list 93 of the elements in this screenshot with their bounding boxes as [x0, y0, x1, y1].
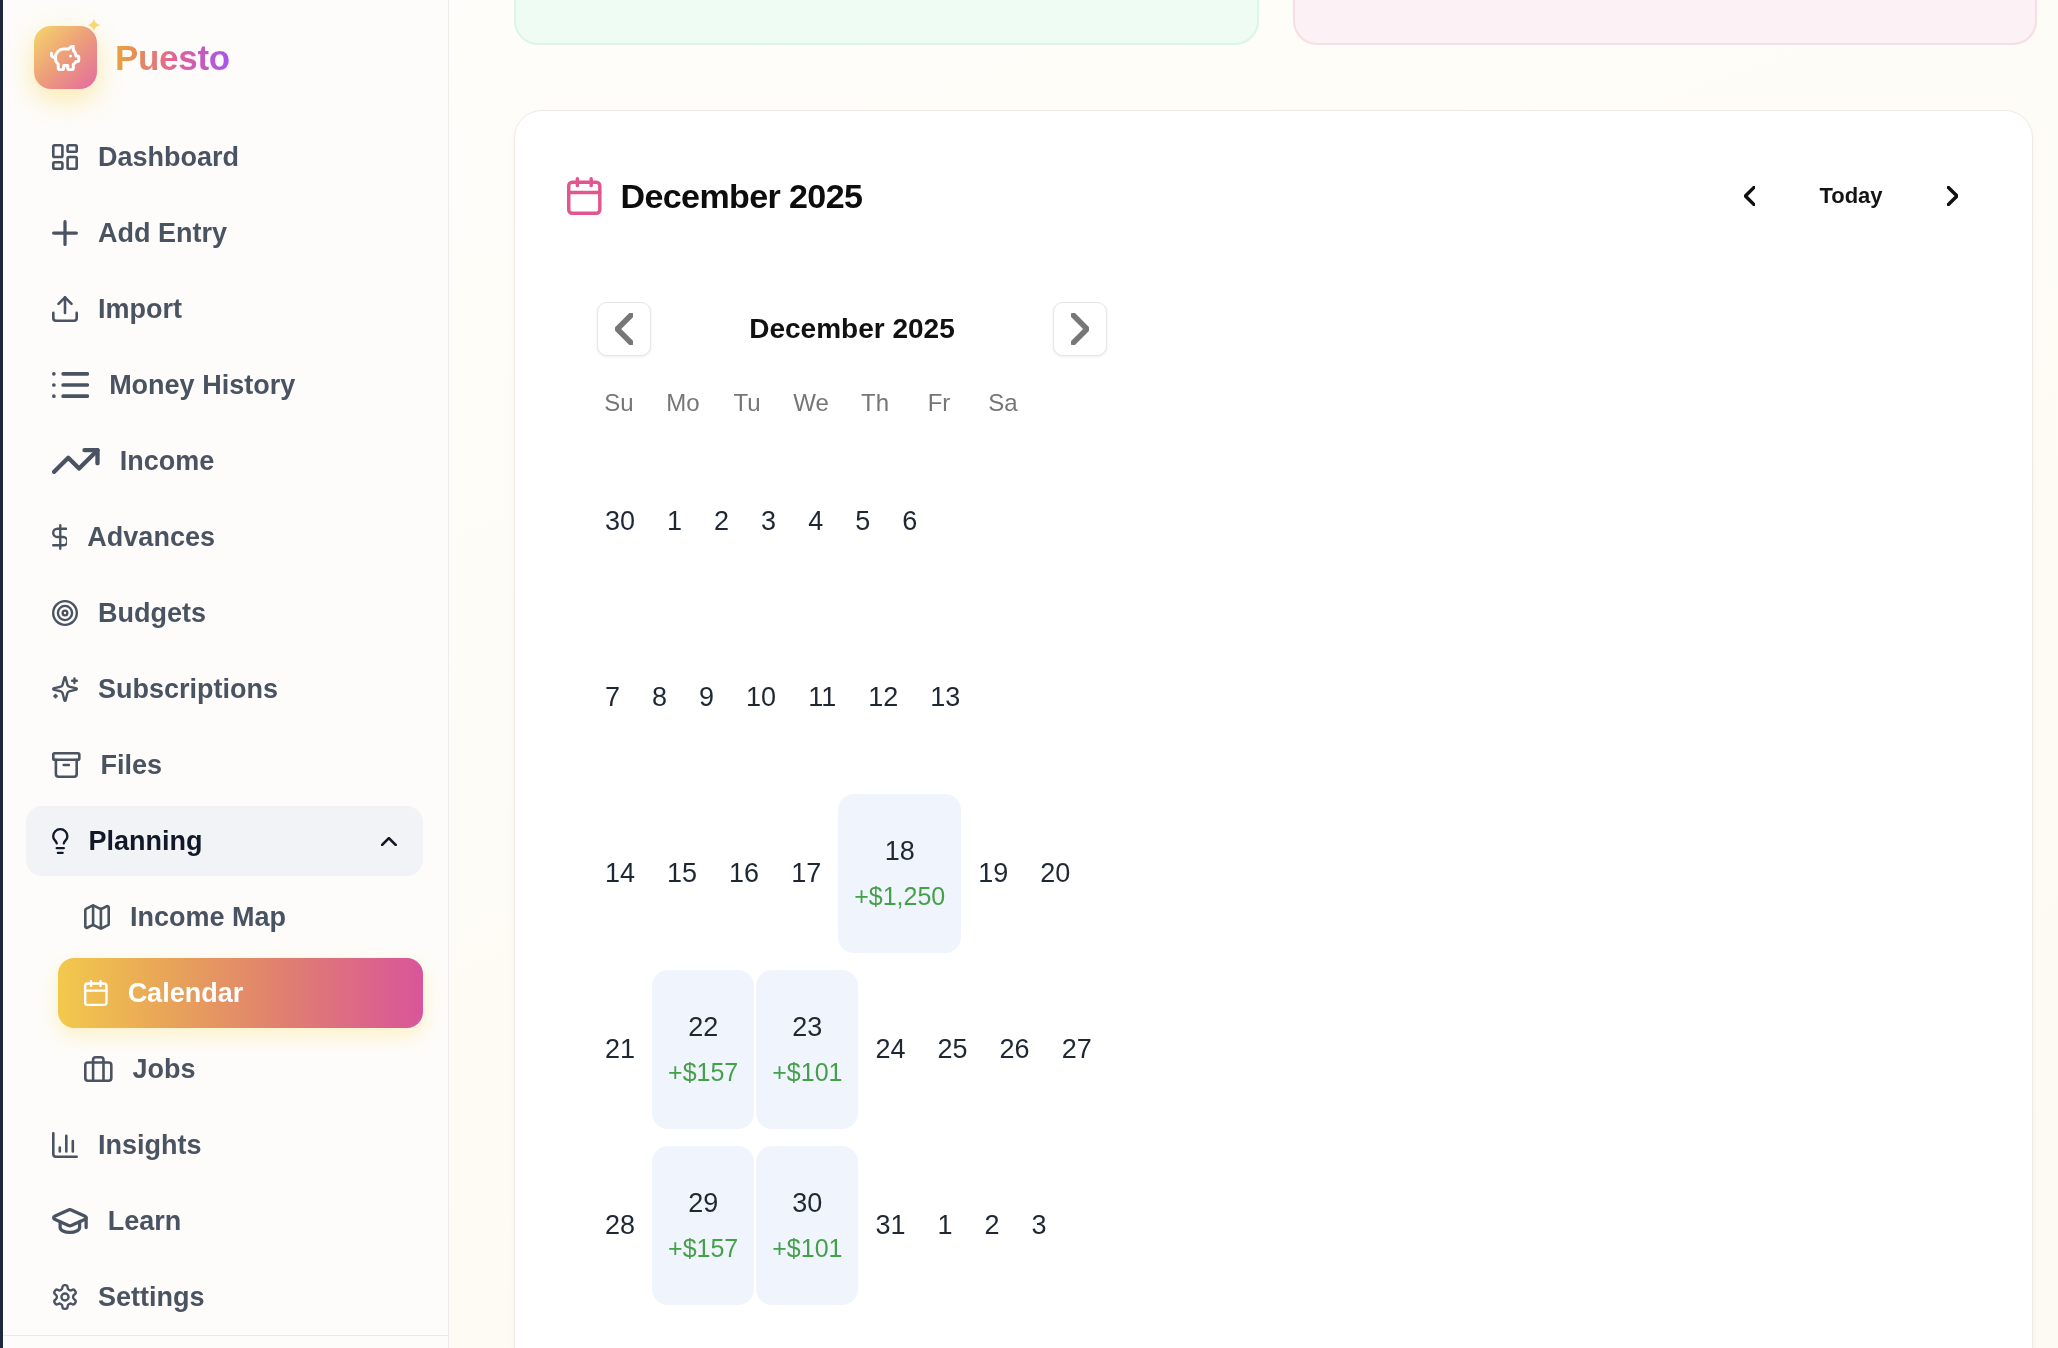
calendar-day[interactable]: 16 [729, 857, 760, 890]
calendar-day[interactable]: 7 [605, 681, 621, 714]
sidebar-item[interactable]: Dashboard [26, 122, 423, 192]
calendar-day[interactable]: 11 [808, 681, 837, 714]
calendar-icon [84, 980, 108, 1006]
income-amount: +$101 [772, 1057, 843, 1088]
calendar-day[interactable]: 30 [605, 505, 636, 538]
chevron-right-icon [1070, 313, 1090, 345]
list-icon [52, 372, 90, 398]
calendar-day[interactable]: 17 [791, 857, 822, 890]
next-month-button[interactable] [1053, 302, 1107, 356]
month-title: December 2025 [749, 313, 955, 345]
calendar-day[interactable]: 13 [930, 681, 961, 714]
calendar-day[interactable]: 20 [1040, 857, 1071, 890]
sidebar-item[interactable]: Settings [26, 1262, 423, 1332]
weekday-label: Fr [927, 389, 951, 417]
map-icon [84, 904, 110, 930]
calendar-day[interactable]: 1 [667, 505, 683, 538]
calendar-day[interactable]: 23 +$101 [756, 970, 859, 1129]
today-button[interactable]: Today [1819, 183, 1883, 209]
previous-month-button[interactable] [597, 302, 651, 356]
calendar-day[interactable]: 25 [937, 1033, 968, 1066]
calendar-day[interactable]: 18 +$1,250 [838, 794, 962, 953]
settings-icon [52, 1284, 78, 1310]
plus-icon [52, 220, 78, 246]
weekday-label: Su [604, 389, 634, 417]
grid-icon [52, 144, 78, 170]
calendar-day[interactable]: 6 [902, 505, 918, 538]
chevron-right-icon [1946, 186, 1958, 206]
calendar-day[interactable]: 9 [699, 681, 715, 714]
calendar-day[interactable]: 12 [868, 681, 899, 714]
weekday-label: Sa [988, 389, 1018, 417]
weekday-label: We [793, 389, 829, 417]
lightbulb-icon [52, 828, 69, 854]
sidebar-item[interactable]: Import [26, 274, 423, 344]
sparkles-icon [52, 676, 78, 702]
income-amount: +$157 [668, 1233, 739, 1264]
weekday-label: Mo [666, 389, 700, 417]
briefcase-icon [84, 1056, 113, 1082]
calendar-day[interactable]: 2 [984, 1209, 1000, 1242]
chevron-left-icon [1744, 186, 1756, 206]
calendar-day[interactable]: 21 [605, 1033, 636, 1066]
income-amount: +$1,250 [854, 881, 946, 912]
piggy-bank-icon [34, 26, 97, 89]
calendar-day[interactable]: 15 [667, 857, 698, 890]
calendar-day[interactable]: 26 [999, 1033, 1030, 1066]
sidebar-item[interactable]: Money History [26, 350, 423, 420]
upload-icon [52, 296, 78, 322]
calendar-day[interactable]: 5 [855, 505, 871, 538]
calendar-day[interactable]: 3 [761, 505, 777, 538]
calendar-day[interactable]: 28 [605, 1209, 636, 1242]
bar-chart-icon [52, 1132, 78, 1158]
calendar-day[interactable]: 31 [875, 1209, 906, 1242]
sidebar-item[interactable]: Advances [26, 502, 423, 572]
calendar-day[interactable]: 3 [1031, 1209, 1047, 1242]
calendar-day[interactable]: 1 [937, 1209, 953, 1242]
calendar-day[interactable]: 2 [714, 505, 730, 538]
income-amount: +$157 [668, 1057, 739, 1088]
sidebar-item[interactable]: Add Entry [26, 198, 423, 268]
sidebar-item[interactable]: Budgets [26, 578, 423, 648]
weekday-label: Tu [733, 389, 761, 417]
calendar-day[interactable]: 10 [746, 681, 777, 714]
sidebar-item[interactable]: Planning [26, 806, 423, 876]
weekday-label: Th [861, 389, 889, 417]
chevron-up-icon [381, 836, 397, 846]
calendar-day[interactable]: 30 +$101 [756, 1146, 859, 1305]
calendar-day[interactable]: 24 [875, 1033, 906, 1066]
calendar-day[interactable]: 19 [978, 857, 1009, 890]
calendar-title: December 2025 [620, 176, 863, 216]
calendar-day[interactable]: 29 +$157 [652, 1146, 755, 1305]
trending-up-icon [52, 448, 100, 474]
archive-box-icon [52, 752, 81, 778]
sidebar-item[interactable]: Learn [26, 1186, 423, 1256]
calendar-icon [567, 177, 602, 215]
calendar-day[interactable]: 27 [1061, 1033, 1092, 1066]
sidebar-item[interactable]: Jobs [58, 1034, 423, 1104]
graduation-cap-icon [52, 1208, 88, 1234]
target-icon [52, 600, 78, 626]
sidebar-item[interactable]: Income Map [58, 882, 423, 952]
calendar-day[interactable]: 8 [652, 681, 668, 714]
chevron-left-icon [614, 313, 634, 345]
calendar-day[interactable]: 14 [605, 857, 636, 890]
calendar-day[interactable]: 22 +$157 [652, 970, 755, 1129]
sidebar-item[interactable]: Income [26, 426, 423, 496]
sidebar-item[interactable]: Files [26, 730, 423, 800]
next-button[interactable] [1946, 186, 1958, 206]
sidebar-item[interactable]: Insights [26, 1110, 423, 1180]
previous-button[interactable] [1744, 186, 1756, 206]
sidebar-item[interactable]: Subscriptions [26, 654, 423, 724]
calendar-day[interactable]: 4 [808, 505, 824, 538]
sparkle-icon [87, 18, 101, 32]
income-amount: +$101 [772, 1233, 843, 1264]
dollar-sign-icon [52, 524, 68, 550]
